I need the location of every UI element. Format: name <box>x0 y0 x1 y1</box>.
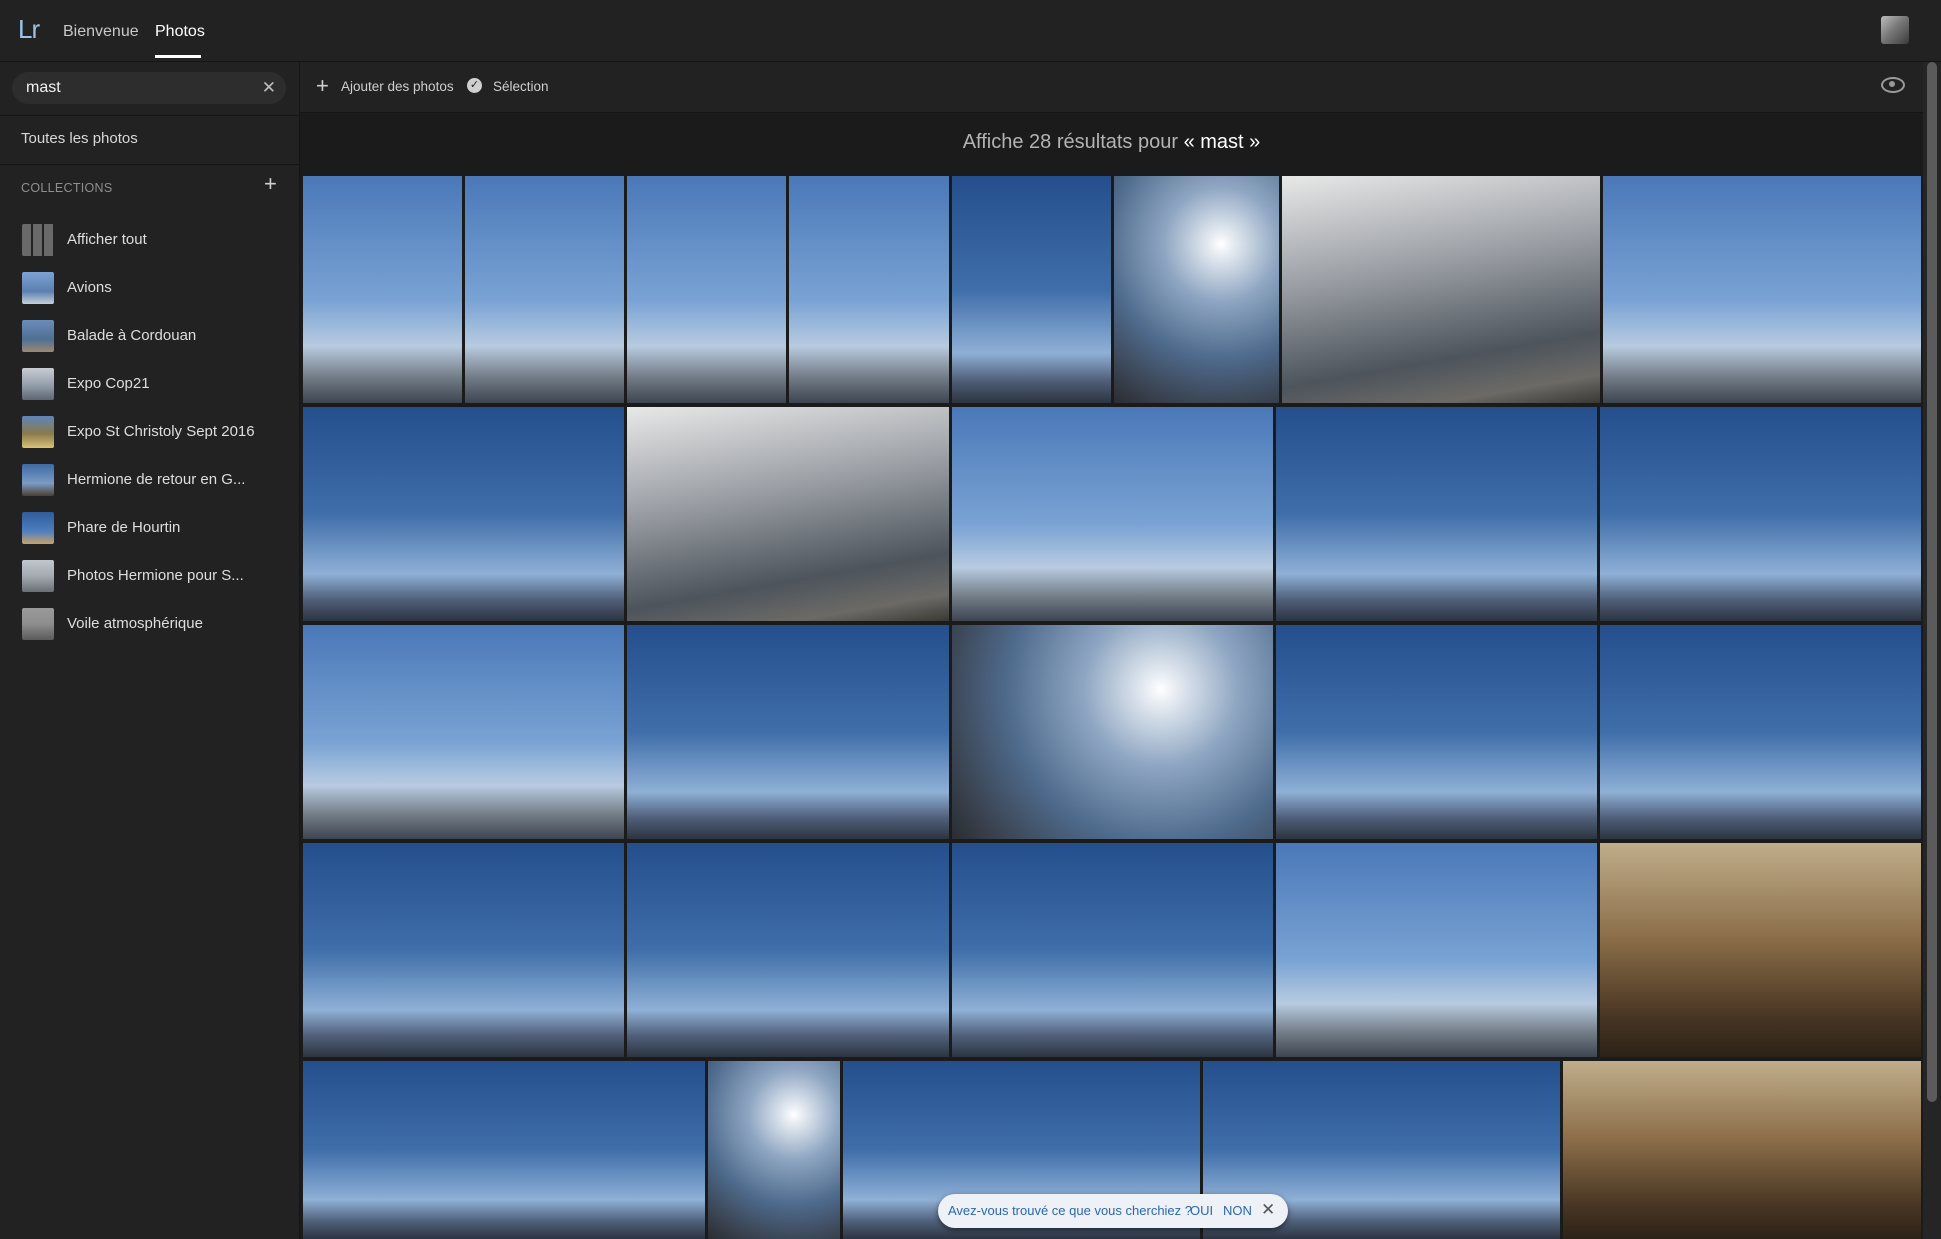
photo-thumbnail[interactable] <box>708 1061 840 1239</box>
active-tab-indicator <box>155 55 201 58</box>
add-photos-button[interactable]: Ajouter des photos <box>341 79 454 94</box>
photo-thumbnail[interactable] <box>303 1061 705 1239</box>
photo-thumbnail[interactable] <box>1603 176 1921 403</box>
collection-item[interactable]: Balade à Cordouan <box>0 312 299 356</box>
close-icon[interactable]: ✕ <box>1261 1200 1275 1220</box>
photo-thumbnail[interactable] <box>1600 407 1921 621</box>
collection-item[interactable]: Expo Cop21 <box>0 360 299 404</box>
feedback-no-button[interactable]: NON <box>1223 1203 1252 1218</box>
collection-label: Balade à Cordouan <box>67 327 197 344</box>
collection-label: Expo St Christoly Sept 2016 <box>67 423 255 440</box>
top-bar: Lr Bienvenue Photos <box>0 0 1941 62</box>
close-icon[interactable]: ✕ <box>262 78 276 98</box>
toolbar: + Ajouter des photos ✓ Sélection <box>300 62 1923 113</box>
collection-item[interactable]: Afficher tout <box>0 216 299 260</box>
collection-thumbnail <box>22 224 54 256</box>
nav-photos[interactable]: Photos <box>155 23 205 41</box>
photo-thumbnail[interactable] <box>627 407 949 621</box>
scrollbar-thumb[interactable] <box>1927 62 1937 1102</box>
collection-label: Hermione de retour en G... <box>67 471 246 488</box>
photo-thumbnail[interactable] <box>1114 176 1279 403</box>
app-logo[interactable]: Lr <box>18 14 40 45</box>
collection-item[interactable]: Expo St Christoly Sept 2016 <box>0 408 299 452</box>
results-prefix: Affiche 28 résultats pour <box>962 131 1184 153</box>
photo-thumbnail[interactable] <box>627 843 949 1057</box>
sidebar: mast ✕ Toutes les photos COLLECTIONS + A… <box>0 62 300 1239</box>
collection-thumbnail <box>22 464 54 496</box>
photo-thumbnail[interactable] <box>303 625 624 839</box>
photo-thumbnail[interactable] <box>1600 625 1921 839</box>
collection-item[interactable]: Voile atmosphérique <box>0 600 299 644</box>
scrollbar[interactable] <box>1923 62 1941 1239</box>
collection-thumbnail <box>22 608 54 640</box>
collection-thumbnail <box>22 560 54 592</box>
collection-label: Phare de Hourtin <box>67 519 181 536</box>
collection-label: Photos Hermione pour S... <box>67 567 244 584</box>
feedback-question: Avez-vous trouvé ce que vous cherchiez ? <box>948 1203 1193 1218</box>
divider <box>0 115 299 116</box>
photo-thumbnail[interactable] <box>1282 176 1600 403</box>
photo-thumbnail[interactable] <box>303 843 624 1057</box>
collection-item[interactable]: Hermione de retour en G... <box>0 456 299 500</box>
plus-icon[interactable]: + <box>316 73 329 99</box>
search-input[interactable]: mast ✕ <box>12 72 286 104</box>
feedback-toast: Avez-vous trouvé ce que vous cherchiez ?… <box>938 1194 1288 1228</box>
feedback-yes-button[interactable]: OUI <box>1190 1203 1213 1218</box>
photo-thumbnail[interactable] <box>627 176 786 403</box>
collection-thumbnail <box>22 272 54 304</box>
photo-thumbnail[interactable] <box>465 176 624 403</box>
photo-thumbnail[interactable] <box>1276 407 1597 621</box>
photo-thumbnail[interactable] <box>1600 843 1921 1057</box>
photo-thumbnail[interactable] <box>627 625 949 839</box>
photo-thumbnail[interactable] <box>952 407 1273 621</box>
results-header: Affiche 28 résultats pour « mast » <box>300 113 1923 173</box>
selection-button[interactable]: Sélection <box>493 79 549 94</box>
search-value[interactable]: mast <box>26 79 61 97</box>
photo-thumbnail[interactable] <box>789 176 949 403</box>
collection-label: Expo Cop21 <box>67 375 150 392</box>
collection-thumbnail <box>22 416 54 448</box>
results-term: « mast » <box>1183 131 1261 153</box>
photo-thumbnail[interactable] <box>1563 1061 1921 1239</box>
add-collection-icon[interactable]: + <box>264 171 277 197</box>
collection-label: Afficher tout <box>67 231 147 248</box>
collections-header: COLLECTIONS <box>21 181 113 195</box>
checkmark-icon[interactable]: ✓ <box>467 78 482 93</box>
sidebar-item-all-photos[interactable]: Toutes les photos <box>21 130 138 147</box>
collection-thumbnail <box>22 320 54 352</box>
photo-thumbnail[interactable] <box>1276 843 1597 1057</box>
collection-item[interactable]: Phare de Hourtin <box>0 504 299 548</box>
collection-item[interactable]: Avions <box>0 264 299 308</box>
collection-label: Avions <box>67 279 112 296</box>
photo-thumbnail[interactable] <box>1276 625 1597 839</box>
photo-thumbnail[interactable] <box>952 843 1273 1057</box>
photo-thumbnail[interactable] <box>303 407 624 621</box>
collection-thumbnail <box>22 368 54 400</box>
photo-thumbnail[interactable] <box>952 625 1273 839</box>
results-count: Affiche 28 résultats pour « mast » <box>963 131 1261 153</box>
nav-bienvenue[interactable]: Bienvenue <box>63 23 139 41</box>
collection-item[interactable]: Photos Hermione pour S... <box>0 552 299 596</box>
divider <box>0 164 299 165</box>
avatar[interactable] <box>1881 16 1909 44</box>
collection-label: Voile atmosphérique <box>67 615 203 632</box>
collection-thumbnail <box>22 512 54 544</box>
photo-thumbnail[interactable] <box>952 176 1111 403</box>
eye-icon[interactable] <box>1881 77 1905 93</box>
photo-thumbnail[interactable] <box>303 176 462 403</box>
